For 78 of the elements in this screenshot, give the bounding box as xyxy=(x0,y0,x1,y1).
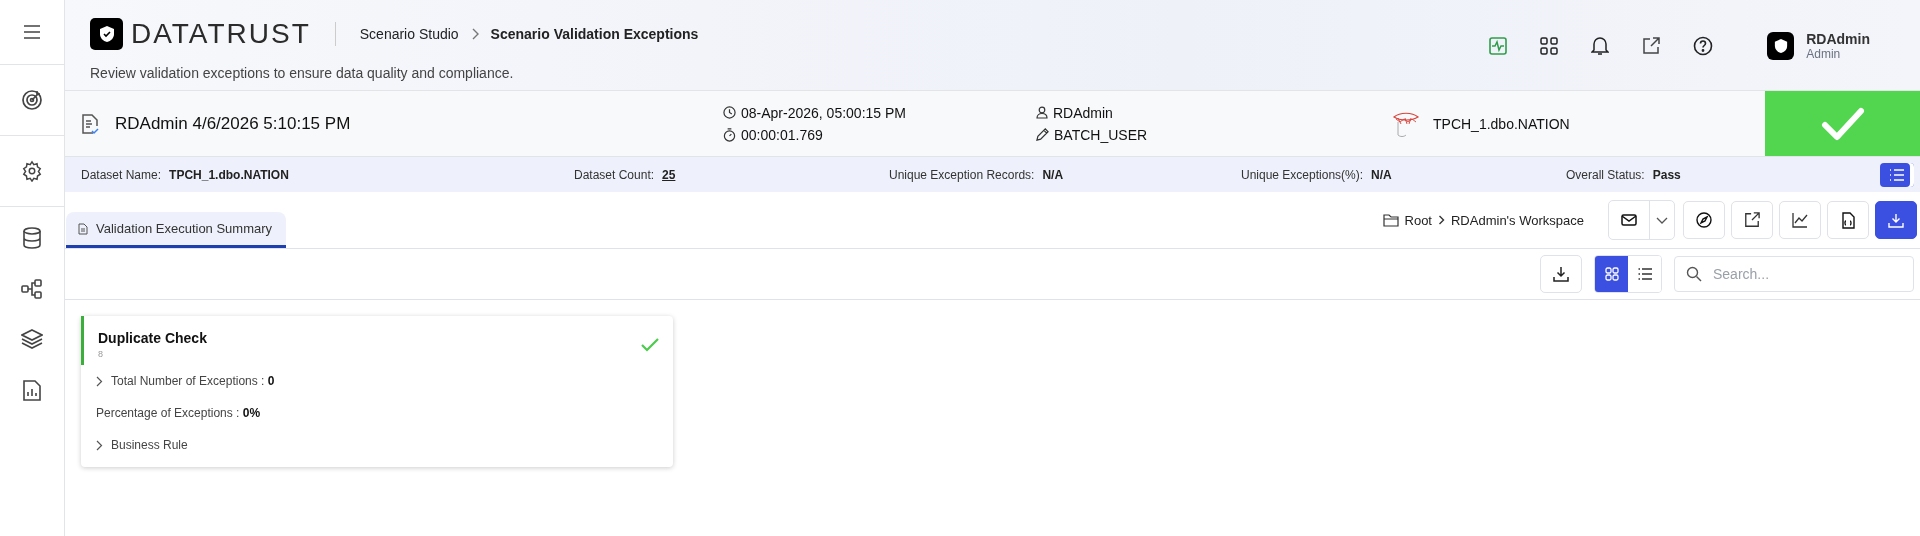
report-icon[interactable] xyxy=(23,379,41,401)
summary-value: TPCH_1.dbo.NATION xyxy=(169,167,289,182)
breadcrumb-item: Scenario Validation Exceptions xyxy=(490,26,699,42)
summary-label: Unique Exceptions(%): xyxy=(1241,167,1364,182)
summary-value: N/A xyxy=(1371,167,1392,182)
summary-label: Dataset Count: xyxy=(574,167,655,182)
stopwatch-icon xyxy=(723,127,736,142)
menu-icon[interactable] xyxy=(23,25,41,39)
flow-icon[interactable] xyxy=(21,279,43,299)
download-icon xyxy=(1553,266,1569,282)
data-source-name: TPCH_1.dbo.NATION xyxy=(1433,115,1570,132)
chevron-icon[interactable] xyxy=(96,439,103,451)
page-subtitle: Review validation exceptions to ensure data quality and compliance. xyxy=(90,65,515,81)
settings-icon[interactable] xyxy=(21,160,43,182)
compass-icon xyxy=(1696,212,1712,228)
chevron-icon[interactable] xyxy=(96,375,103,387)
list-toggle-button[interactable] xyxy=(1880,162,1914,187)
external-link-icon xyxy=(1744,212,1760,228)
document-icon xyxy=(78,222,88,235)
search-field[interactable]: Search... xyxy=(1674,256,1914,292)
breadcrumb-item[interactable]: Scenario Studio xyxy=(359,26,459,42)
check-icon xyxy=(641,337,659,352)
pencil-icon xyxy=(1036,128,1049,141)
user-icon xyxy=(1036,106,1048,119)
clock-icon xyxy=(723,106,736,119)
summary-label: Dataset Name: xyxy=(81,167,162,182)
email-split-button[interactable] xyxy=(1608,200,1675,240)
activity-icon[interactable] xyxy=(1489,37,1508,55)
expandable-row[interactable]: Total Number of Exceptions : 0 xyxy=(111,374,275,388)
line-chart-icon xyxy=(1792,212,1808,228)
export-button[interactable] xyxy=(1731,201,1773,239)
summary-value: N/A xyxy=(1042,167,1064,182)
summary-link[interactable]: 25 xyxy=(662,167,676,182)
bell-icon[interactable] xyxy=(1591,36,1610,56)
user-name: RDAdmin xyxy=(1806,31,1870,47)
location-workspace[interactable]: RDAdmin's Workspace xyxy=(1451,212,1584,228)
target-icon[interactable] xyxy=(21,89,43,111)
user-role: Admin xyxy=(1806,47,1842,61)
layers-icon[interactable] xyxy=(21,329,43,349)
code-file-icon xyxy=(1841,211,1855,229)
grid-icon xyxy=(1604,267,1619,281)
run-editor: BATCH_USER xyxy=(1054,126,1148,143)
database-icon[interactable] xyxy=(22,227,42,249)
mail-icon xyxy=(1621,214,1637,226)
run-duration: 00:00:01.769 xyxy=(741,126,823,143)
download-icon xyxy=(1888,212,1904,228)
detail-text: Percentage of Exceptions : 0% xyxy=(96,406,261,420)
grid-icon[interactable] xyxy=(1540,37,1559,55)
help-icon[interactable] xyxy=(1693,36,1714,56)
avatar-icon[interactable] xyxy=(1767,32,1795,60)
summary-label: Unique Exception Records: xyxy=(889,167,1035,182)
check-icon xyxy=(1820,106,1865,141)
document-check-icon xyxy=(81,112,99,135)
chart-button[interactable] xyxy=(1779,201,1821,239)
run-start-time: 08-Apr-2026, 05:00:15 PM xyxy=(741,104,906,121)
chevron-icon xyxy=(1438,215,1445,225)
summary-label: Overall Status: xyxy=(1566,167,1645,182)
check-count: 8 xyxy=(98,349,104,359)
json-file-button[interactable] xyxy=(1827,201,1869,239)
logo-text: DATATRUST xyxy=(131,18,311,50)
list-icon xyxy=(1889,168,1905,181)
summary-value: Pass xyxy=(1652,167,1681,182)
list-icon xyxy=(1637,268,1652,280)
search-icon xyxy=(1686,266,1702,282)
check-name: Duplicate Check xyxy=(98,330,207,346)
logo-icon xyxy=(90,18,123,50)
download-button[interactable] xyxy=(1875,201,1917,239)
location-root[interactable]: Root xyxy=(1404,212,1432,228)
caret-icon xyxy=(1656,216,1668,224)
chevron-icon xyxy=(470,28,479,40)
grid-view-button[interactable] xyxy=(1595,256,1628,292)
expandable-row[interactable]: Business Rule xyxy=(111,438,188,452)
run-title: RDAdmin 4/6/2026 5:10:15 PM xyxy=(115,113,351,134)
external-link-icon[interactable] xyxy=(1642,37,1661,55)
folder-icon xyxy=(1382,213,1399,227)
run-owner: RDAdmin xyxy=(1053,104,1113,121)
tab[interactable]: Validation Execution Summary xyxy=(66,212,287,248)
compass-button[interactable] xyxy=(1683,201,1725,239)
